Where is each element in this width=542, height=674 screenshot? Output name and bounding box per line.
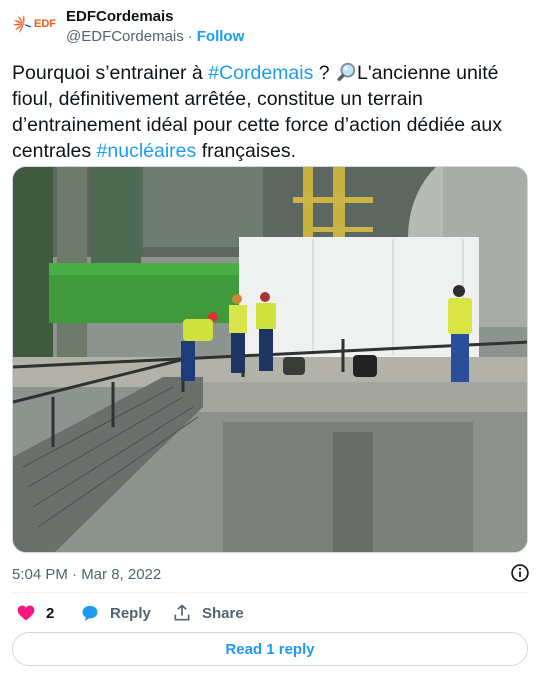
author-handle-row: @EDFCordemais · Follow	[66, 28, 244, 45]
author-handle[interactable]: @EDFCordemais	[66, 28, 184, 45]
share-label: Share	[202, 604, 244, 622]
tweet-text: Pourquoi s’entrainer à #Cordemais ? L'an…	[12, 60, 532, 164]
like-count: 2	[46, 604, 55, 622]
tweet-text-part: françaises.	[196, 140, 296, 162]
like-button[interactable]: 2	[16, 600, 54, 626]
tweet-text-part: Pourquoi s’entrainer à	[12, 62, 209, 84]
follow-button[interactable]: Follow	[197, 28, 245, 45]
edf-logo[interactable]: EDF	[12, 8, 58, 48]
info-icon[interactable]	[510, 563, 530, 583]
read-replies-button[interactable]: Read 1 reply	[12, 632, 528, 666]
tweet-text-part: ?	[313, 62, 336, 84]
hashtag-nucleaires[interactable]: #nucléaires	[97, 140, 197, 162]
magnifying-glass-icon	[337, 62, 356, 81]
share-icon	[174, 604, 190, 621]
tweet-header: EDF EDFCordemais @EDFCordemais · Follow	[12, 6, 530, 46]
author-display-name[interactable]: EDFCordemais	[66, 8, 174, 25]
reply-label: Reply	[110, 604, 151, 622]
hashtag-cordemais[interactable]: #Cordemais	[208, 62, 313, 84]
tweet-actions: 2 Reply Share	[12, 600, 530, 626]
tweet-timestamp[interactable]: 5:04 PM · Mar 8, 2022	[12, 566, 161, 583]
reply-bubble-icon	[82, 605, 98, 621]
separator-dot: ·	[187, 28, 193, 45]
reply-button[interactable]: Reply	[80, 600, 151, 626]
share-button[interactable]: Share	[172, 600, 244, 626]
heart-icon	[17, 605, 35, 621]
tweet-photo[interactable]	[12, 166, 528, 553]
photo-industrial-scene	[13, 167, 527, 552]
edf-sun-icon	[13, 15, 32, 33]
edf-logo-text: EDF	[34, 18, 56, 30]
divider	[12, 592, 530, 593]
